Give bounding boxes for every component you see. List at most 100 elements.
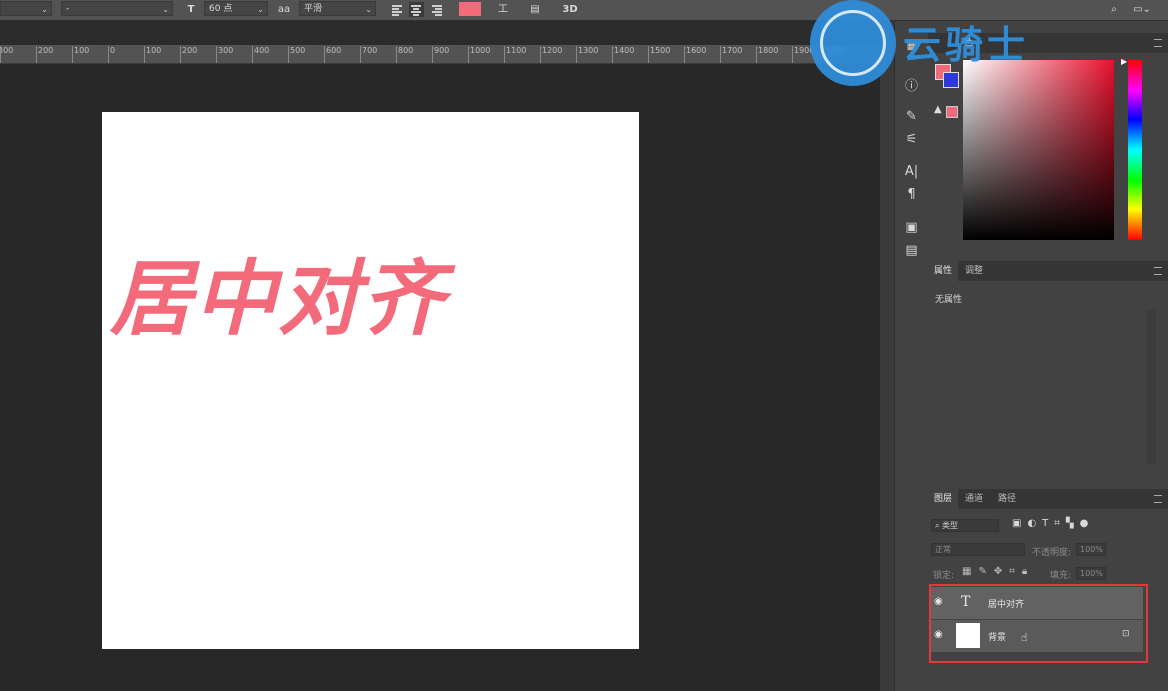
- font-style-select[interactable]: - ⌄: [61, 1, 173, 16]
- ruler-tick-mark: [288, 46, 289, 63]
- ruler-tick-mark: [144, 46, 145, 63]
- ruler-tick-mark: [576, 46, 577, 63]
- chevron-down-icon: ⌄: [41, 5, 48, 14]
- fill-value: 100%: [1080, 569, 1103, 578]
- ruler-tick-label: 1300: [578, 46, 599, 55]
- ruler-tick-label: 800: [398, 46, 414, 55]
- canvas-text-layer[interactable]: 居中对齐: [110, 232, 446, 351]
- tab-layers[interactable]: 图层: [928, 489, 959, 509]
- tab-bar-area: [0, 21, 880, 45]
- color-saturation-field[interactable]: [963, 60, 1114, 240]
- character-icon[interactable]: A|: [895, 164, 928, 179]
- ruler-tick-mark: [396, 46, 397, 63]
- hue-slider-handle[interactable]: ▶: [1121, 57, 1127, 66]
- ruler-tick-label: 500: [290, 46, 306, 55]
- gamut-warning-icon[interactable]: ▲: [934, 104, 942, 115]
- ruler-tick-label: 900: [434, 46, 450, 55]
- text-color-swatch[interactable]: [459, 2, 481, 16]
- tab-adjustments[interactable]: 调整: [959, 261, 989, 281]
- fill-input[interactable]: 100%: [1076, 567, 1106, 580]
- search-icon[interactable]: ⌕: [1107, 2, 1121, 17]
- blend-mode-value: 正常: [935, 545, 951, 554]
- blend-mode-select[interactable]: 正常: [931, 543, 1025, 556]
- ruler-tick-mark: [792, 46, 793, 63]
- chevron-down-icon: ⌄: [365, 5, 372, 14]
- properties-scrollbar[interactable]: [1146, 310, 1156, 464]
- hue-slider[interactable]: [1128, 60, 1142, 240]
- layer-filter-select[interactable]: ⌕ 类型: [931, 519, 999, 532]
- ruler-tick-label: 1100: [506, 46, 527, 55]
- paragraph-icon[interactable]: ¶: [895, 187, 928, 202]
- gamut-color-swatch[interactable]: [946, 106, 958, 118]
- panel-menu-icon[interactable]: [1154, 495, 1162, 503]
- background-color-swatch[interactable]: [943, 72, 959, 88]
- panel-menu-icon[interactable]: [1154, 267, 1162, 275]
- no-properties-label: 无属性: [935, 295, 963, 305]
- info-icon[interactable]: ⓘ: [895, 75, 928, 94]
- tab-paths[interactable]: 路径: [992, 489, 1022, 509]
- ruler-tick-mark: [36, 46, 37, 63]
- ruler-tick-mark: [720, 46, 721, 63]
- ruler-tick-label: 1600: [686, 46, 707, 55]
- antialias-icon: aa: [277, 4, 291, 15]
- ruler-tick-mark: [648, 46, 649, 63]
- vertical-scrollbar[interactable]: [880, 21, 894, 691]
- document-canvas[interactable]: 居中对齐: [102, 112, 639, 649]
- align-center-button[interactable]: [409, 2, 424, 17]
- tab-properties[interactable]: 属性: [928, 261, 959, 281]
- brush-preset-icon[interactable]: ✎: [895, 109, 928, 124]
- ruler-tick-mark: [324, 46, 325, 63]
- ruler-tick-mark: [108, 46, 109, 63]
- ruler-tick-label: 1500: [650, 46, 671, 55]
- watermark-logo-ring: [820, 10, 886, 76]
- ruler-tick-mark: [216, 46, 217, 63]
- notes-icon[interactable]: ▤: [895, 243, 928, 258]
- antialias-value: 平滑: [304, 4, 323, 14]
- 3d-button[interactable]: 3D: [562, 2, 578, 17]
- ruler-tick-label: 700: [362, 46, 378, 55]
- workspace-icon[interactable]: ▭⌄: [1130, 2, 1154, 17]
- ruler-tick-mark: [504, 46, 505, 63]
- align-left-button[interactable]: [390, 2, 405, 17]
- ruler-tick-label: 300: [0, 46, 14, 55]
- layer-filter-icons[interactable]: ▣◐T⌗▚●: [1012, 518, 1094, 529]
- ruler-tick-label: 1200: [542, 46, 563, 55]
- ruler-tick-label: 100: [74, 46, 90, 55]
- ruler-tick-mark: [468, 46, 469, 63]
- panel-menu-icon[interactable]: [1154, 39, 1162, 47]
- ruler-tick-label: 300: [218, 46, 234, 55]
- ruler-tick-label: 1700: [722, 46, 743, 55]
- ruler-tick-label: 400: [254, 46, 270, 55]
- adjust-icon[interactable]: ⚟: [895, 132, 928, 147]
- horizontal-ruler: 3002001000100200300400500600700800900100…: [0, 45, 880, 64]
- lock-icons[interactable]: ▦✎✥⌗🔒︎: [962, 566, 1034, 577]
- opacity-label: 不透明度:: [1032, 548, 1072, 558]
- watermark-text: 云骑士: [903, 23, 1030, 67]
- warp-text-icon[interactable]: 工: [496, 2, 510, 17]
- ruler-tick-mark: [684, 46, 685, 63]
- layers-panel-tabs: 图层 通道 路径: [928, 489, 1168, 509]
- align-right-button[interactable]: [430, 2, 445, 17]
- tab-channels[interactable]: 通道: [959, 489, 989, 509]
- antialias-select[interactable]: 平滑 ⌄: [299, 1, 376, 16]
- ruler-tick-mark: [612, 46, 613, 63]
- opacity-input[interactable]: 100%: [1076, 543, 1106, 556]
- ruler-tick-mark: [180, 46, 181, 63]
- ruler-tick-mark: [72, 46, 73, 63]
- library-icon[interactable]: ▣: [895, 220, 928, 235]
- character-panel-icon[interactable]: ▤: [528, 2, 542, 17]
- ruler-tick-mark: [252, 46, 253, 63]
- font-size-icon: T: [187, 4, 195, 15]
- search-icon: ⌕: [935, 521, 940, 530]
- ruler-tick-label: 200: [38, 46, 54, 55]
- ruler-tick-mark: [756, 46, 757, 63]
- ruler-tick-label: 200: [182, 46, 198, 55]
- chevron-down-icon: ⌄: [257, 5, 264, 14]
- ruler-tick-label: 100: [146, 46, 162, 55]
- font-size-select[interactable]: 60 点 ⌄: [204, 1, 268, 16]
- chevron-down-icon: ⌄: [162, 5, 169, 14]
- panel-icon-column: ▦ ⓘ ✎ ⚟ A| ¶ ▣ ▤: [894, 21, 929, 691]
- layer-filter-value: 类型: [942, 521, 959, 530]
- font-family-select[interactable]: ⌄: [0, 1, 52, 16]
- ruler-tick-label: 1000: [470, 46, 491, 55]
